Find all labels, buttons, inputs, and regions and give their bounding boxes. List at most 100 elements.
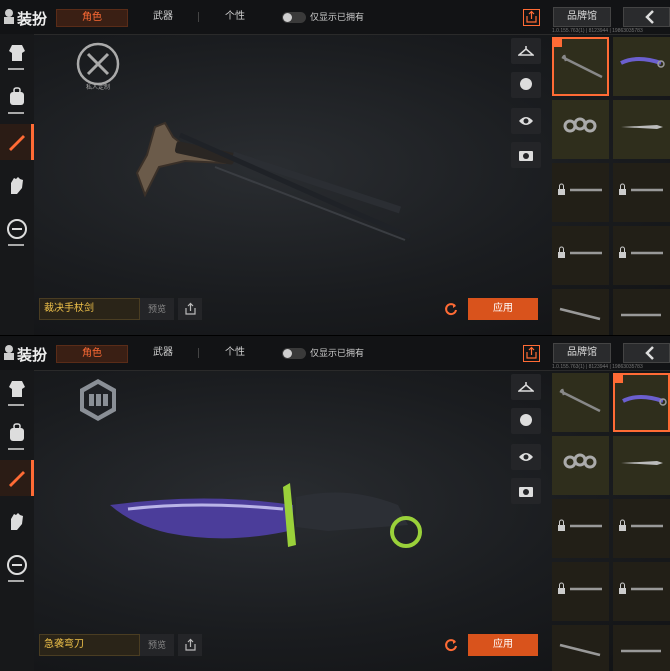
skin-cell-locked-4[interactable] [613,562,670,621]
sidebar-item-link[interactable] [0,212,34,248]
tool-head[interactable] [511,408,541,434]
tool-camera[interactable] [511,142,541,168]
skin-cell-dagger[interactable] [613,100,670,159]
selected-check-icon [554,39,562,47]
eye-icon [519,453,533,461]
sidebar-item-knife[interactable] [0,124,34,160]
tab-character[interactable]: 角色 [56,345,128,363]
tab-personality[interactable]: 个性 [200,345,270,361]
knuckles-thumb-icon [563,453,597,469]
apply-button[interactable]: 应用 [468,298,538,320]
camera-icon [519,151,533,161]
share-button[interactable] [523,9,540,26]
brand-hall-button[interactable]: 品牌馆 [553,7,611,27]
sidebar-item-glove[interactable] [0,504,34,540]
share-icon [526,346,537,359]
item-underline [8,68,24,70]
camera-icon [519,487,533,497]
locked-knife-thumb-icon [558,246,602,258]
back-button[interactable] [623,343,670,363]
preview-button[interactable]: 预览 [140,634,174,656]
tool-head[interactable] [511,72,541,98]
category-sidebar [0,34,34,335]
skin-cell-cane-sword[interactable] [552,373,609,432]
skin-cell-locked-2[interactable] [613,163,670,222]
tool-eye[interactable] [511,444,541,470]
tab-personality[interactable]: 个性 [200,9,270,25]
dagger-thumb-icon [621,461,663,465]
item-underline [8,448,24,450]
chevron-left-icon [645,10,654,24]
tool-hanger[interactable] [511,374,541,400]
link-icon [7,219,27,239]
outfit-icon [9,381,25,397]
skin-cell-knuckles[interactable] [552,100,609,159]
locked-knife-thumb-icon [619,582,663,594]
dagger-thumb-icon [621,125,663,129]
knife-thumb-icon [621,649,661,653]
tool-eye[interactable] [511,108,541,134]
skin-cell-karambit[interactable] [613,373,670,432]
category-sidebar [0,370,34,671]
back-button[interactable] [623,7,670,27]
refresh-icon[interactable] [444,638,458,652]
item-name-field: 急袭弯刀 [39,634,140,656]
skin-cell-locked-1[interactable] [552,163,609,222]
skin-cell-dagger[interactable] [613,436,670,495]
skin-grid [552,373,670,671]
sidebar-item-glove[interactable] [0,168,34,204]
tool-camera[interactable] [511,478,541,504]
skin-cell-knife[interactable] [613,289,670,335]
axe-thumb-icon [559,643,601,657]
top-bar: 装扮 角色 武器 个性 仅显示已拥有 品牌馆 1.0.155.763(1) | … [0,336,670,371]
skin-cell-locked-2[interactable] [613,499,670,558]
owned-only-toggle[interactable] [282,12,306,23]
refresh-icon[interactable] [444,302,458,316]
sidebar-item-backpack[interactable] [0,80,34,116]
skin-cell-locked-4[interactable] [613,226,670,285]
toggle-knob [283,349,292,358]
sidebar-item-outfit[interactable] [0,36,34,72]
knife-icon [9,471,25,487]
page-title: 装扮 [17,347,48,364]
sidebar-item-knife[interactable] [0,460,34,496]
tab-character[interactable]: 角色 [56,9,128,27]
sidebar-item-link[interactable] [0,548,34,584]
skin-cell-cane-sword[interactable] [552,37,609,96]
skin-cell-axe[interactable] [552,625,609,671]
eye-icon [519,117,533,125]
share-button[interactable] [523,345,540,362]
owned-only-toggle[interactable] [282,348,306,359]
item-underline [8,404,24,406]
knuckles-thumb-icon [563,117,597,133]
skin-cell-karambit[interactable] [613,37,670,96]
brand-hall-button[interactable]: 品牌馆 [553,343,611,363]
emblem-caption: 私人定制 [85,85,110,91]
skin-cell-locked-1[interactable] [552,499,609,558]
top-bar: 装扮 角色 武器 个性 仅显示已拥有 品牌馆 1.0.155.763(1) | … [0,0,670,35]
item-share-button[interactable] [178,298,202,320]
outfit-icon [9,45,25,61]
item-name-field: 裁决手杖剑 [39,298,140,320]
item-share-button[interactable] [178,634,202,656]
skin-cell-knife[interactable] [613,625,670,671]
preview-button[interactable]: 预览 [140,298,174,320]
selected-check-icon [615,375,623,383]
sidebar-item-outfit[interactable] [0,372,34,408]
tab-weapon[interactable]: 武器 [128,9,198,25]
skin-cell-locked-3[interactable] [552,562,609,621]
hexagon-emblem-icon [80,379,116,421]
skin-cell-locked-3[interactable] [552,226,609,285]
skin-grid [552,37,670,335]
tool-hanger[interactable] [511,38,541,64]
coat-hanger-icon [518,46,534,56]
toggle-knob [283,13,292,22]
tab-weapon[interactable]: 武器 [128,345,198,361]
axe-thumb-icon [559,307,601,321]
sidebar-item-backpack[interactable] [0,416,34,452]
apply-button[interactable]: 应用 [468,634,538,656]
wardrobe-panel-1: 装扮 角色 武器 个性 仅显示已拥有 品牌馆 1.0.155.763(1) | … [0,0,670,335]
page-title: 装扮 [17,11,48,28]
skin-cell-knuckles[interactable] [552,436,609,495]
skin-cell-axe[interactable] [552,289,609,335]
